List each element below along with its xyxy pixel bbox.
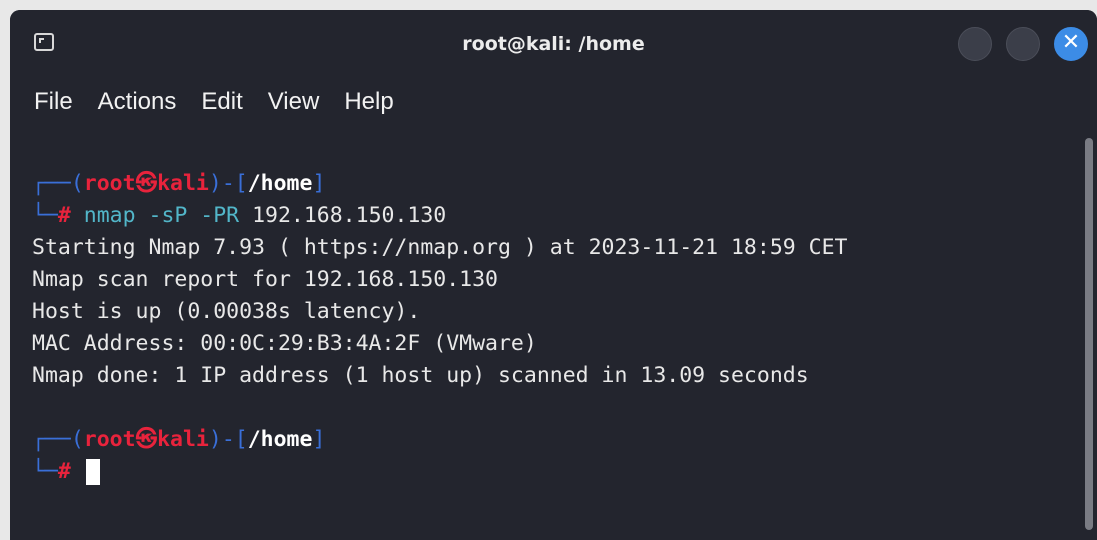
prompt-user: root xyxy=(83,171,136,196)
command-line: └─# nmap -sP -PR 192.168.150.130 xyxy=(32,203,447,228)
prompt-at: ㉿ xyxy=(135,171,158,196)
prompt-host: kali xyxy=(157,171,209,196)
prompt-line: ┌──(root㉿kali)-[/home] xyxy=(32,427,326,452)
command-flags: -sP -PR xyxy=(135,203,253,228)
prompt-hash: # xyxy=(57,203,71,228)
minimize-button[interactable] xyxy=(958,27,992,61)
output-line: Starting Nmap 7.93 ( https://nmap.org ) … xyxy=(32,235,848,260)
maximize-button[interactable] xyxy=(1006,27,1040,61)
menu-edit[interactable]: Edit xyxy=(201,88,242,116)
prompt-path: /home xyxy=(247,171,313,196)
menu-help[interactable]: Help xyxy=(344,88,393,116)
menu-view[interactable]: View xyxy=(268,88,320,116)
scrollbar[interactable] xyxy=(1085,138,1093,530)
prompt-line: ┌──(root㉿kali)-[/home] xyxy=(32,171,326,196)
output-line: MAC Address: 00:0C:29:B3:4A:2F (VMware) xyxy=(32,331,537,356)
prompt-corner: ┌── xyxy=(32,171,71,196)
terminal-window: root@kali: /home ✕ File Actions Edit Vie… xyxy=(10,10,1097,540)
output-line: Host is up (0.00038s latency). xyxy=(32,299,421,324)
output-line: Nmap scan report for 192.168.150.130 xyxy=(32,267,498,292)
output-line: Nmap done: 1 IP address (1 host up) scan… xyxy=(32,363,809,388)
menu-file[interactable]: File xyxy=(34,88,73,116)
terminal-output[interactable]: ┌──(root㉿kali)-[/home] └─# nmap -sP -PR … xyxy=(10,130,1079,540)
menu-actions[interactable]: Actions xyxy=(98,88,177,116)
command-name: nmap xyxy=(83,203,136,228)
text-cursor xyxy=(85,459,100,485)
close-button[interactable]: ✕ xyxy=(1054,27,1088,61)
menu-bar: File Actions Edit View Help xyxy=(10,80,1097,124)
input-line[interactable]: └─# xyxy=(32,456,1079,488)
window-title: root@kali: /home xyxy=(462,33,645,55)
title-bar[interactable]: root@kali: /home ✕ xyxy=(10,10,1097,80)
command-target: 192.168.150.130 xyxy=(252,203,447,228)
